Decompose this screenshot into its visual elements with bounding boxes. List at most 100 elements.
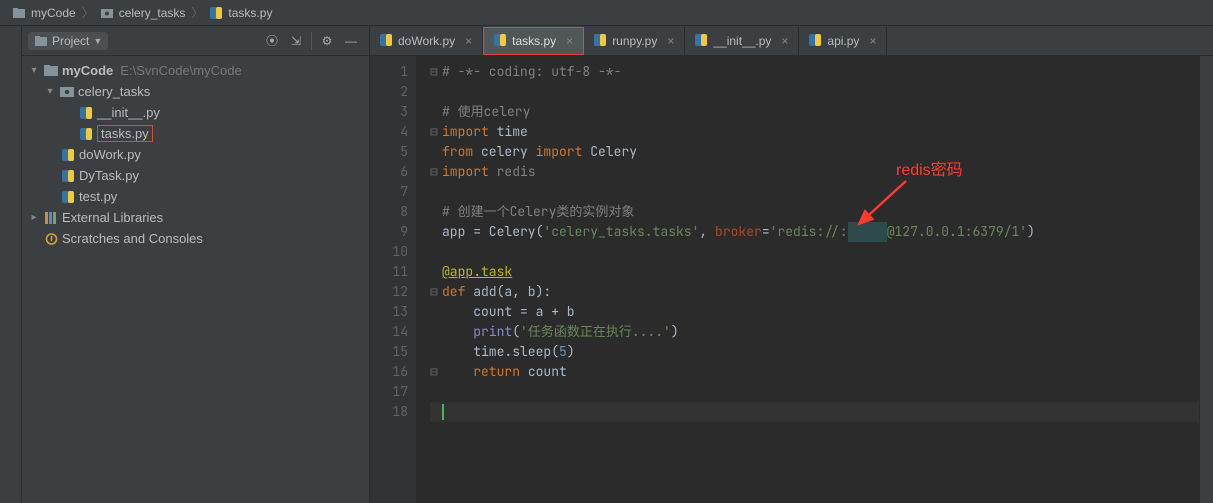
package-icon [59,86,75,97]
tree-label: celery_tasks [78,84,150,99]
code-text: return [473,363,520,380]
breadcrumbs: myCode 〉 celery_tasks 〉 tasks.py [0,0,1213,26]
line-number: 12 [370,282,408,302]
chevron-right-icon: 〉 [80,4,96,21]
editor-scrollbar[interactable] [1199,56,1213,503]
tree-row-scratches[interactable]: Scratches and Consoles [22,228,369,249]
python-file-icon [380,34,392,49]
code-text: , [699,223,715,240]
code-text: print [473,323,512,340]
code-text: = [762,223,770,240]
code-text: ) [671,323,679,340]
project-view-label: Project [52,34,89,48]
tab-runpy[interactable]: runpy.py × [584,27,685,55]
scratches-icon [43,233,59,245]
code-text: # 使用celery [442,103,530,120]
line-number: 5 [370,142,408,162]
tool-window-stripe-left[interactable] [0,26,22,503]
chevron-down-icon: ▼ [93,36,102,46]
close-icon[interactable]: × [865,34,876,48]
line-number: 1 [370,62,408,82]
folder-icon [12,6,26,20]
python-file-icon [809,34,821,49]
tab-tasks[interactable]: tasks.py × [483,27,584,55]
code-text: # 创建一个Celery类的实例对象 [442,203,634,220]
breadcrumb-item-pkg[interactable]: celery_tasks [96,6,190,20]
text-caret [442,404,444,420]
close-icon[interactable]: × [663,34,674,48]
gear-icon[interactable]: ⚙ [315,29,339,53]
code-area[interactable]: 1 2 3 4 5 6 7 8 9 10 11 12 13 14 15 16 1… [370,56,1213,503]
expand-arrow-icon[interactable]: ▾ [28,65,40,76]
tree-label: External Libraries [62,210,163,225]
line-number: 11 [370,262,408,282]
tab-label: doWork.py [398,34,455,48]
tree-row-file[interactable]: __init__.py [22,102,369,123]
chevron-right-icon: 〉 [189,4,205,21]
line-number: 7 [370,182,408,202]
python-file-icon [60,170,76,182]
code-text: add(a, b): [465,283,551,300]
python-file-icon [60,149,76,161]
python-file-icon [78,128,94,140]
code-text: import [442,163,489,180]
code-text: '任务函数正在执行....' [520,323,671,340]
close-icon[interactable]: × [777,34,788,48]
tree-row-package[interactable]: ▾ celery_tasks [22,81,369,102]
code-text: broker [715,223,762,240]
tab-dowork[interactable]: doWork.py × [370,27,483,55]
package-icon [100,6,114,20]
code-text: time.sleep( [442,343,559,360]
code-text: def [442,283,465,300]
code-text: ) [1027,223,1035,240]
tab-label: __init__.py [713,34,771,48]
tree-row-file[interactable]: doWork.py [22,144,369,165]
folder-icon [43,65,59,76]
breadcrumb-label: tasks.py [228,6,272,20]
code-text: @127.0.0.1:6379/1' [887,223,1027,240]
breadcrumb-item-root[interactable]: myCode [8,6,80,20]
hide-icon[interactable]: — [339,29,363,53]
tree-row-project-root[interactable]: ▾ myCode E:\SvnCode\myCode [22,60,369,81]
tree-row-file[interactable]: DyTask.py [22,165,369,186]
code-content[interactable]: ⊟# -*- coding: utf-8 -*- # 使用celery ⊟imp… [416,56,1199,503]
project-tool-window: Project ▼ ⦿ ⇲ ⚙ — ▾ myCode E:\SvnCode\my… [22,26,370,503]
code-text: 'redis://: [770,223,848,240]
line-number: 14 [370,322,408,342]
line-number-gutter[interactable]: 1 2 3 4 5 6 7 8 9 10 11 12 13 14 15 16 1… [370,56,416,503]
tree-label: DyTask.py [79,168,139,183]
expand-arrow-icon[interactable]: ▾ [44,86,56,97]
tree-row-file[interactable]: test.py [22,186,369,207]
code-text: 5 [559,343,567,360]
breadcrumb-item-file[interactable]: tasks.py [205,6,276,20]
tab-label: api.py [827,34,859,48]
code-text: import [536,143,583,160]
line-number: 15 [370,342,408,362]
close-icon[interactable]: × [461,34,472,48]
python-file-icon [60,191,76,203]
code-text [442,363,473,380]
code-text: count = a + b [442,303,575,320]
library-icon [43,212,59,224]
tree-row-file-tasks[interactable]: tasks.py [22,123,369,144]
python-file-icon [78,107,94,119]
tab-label: runpy.py [612,34,657,48]
locate-icon[interactable]: ⦿ [260,29,284,53]
code-text: # -*- coding: utf-8 -*- [442,63,621,80]
project-view-dropdown[interactable]: Project ▼ [28,32,108,50]
tree-label: Scratches and Consoles [62,231,203,246]
tree-label: tasks.py [97,125,153,142]
code-text: Celery [582,143,637,160]
code-text: app = Celery( [442,223,543,240]
tab-api[interactable]: api.py × [799,27,887,55]
tree-label: __init__.py [97,105,160,120]
collapse-all-icon[interactable]: ⇲ [284,29,308,53]
line-number: 2 [370,82,408,102]
editor-tabs: doWork.py × tasks.py × runpy.py × __init… [370,26,1213,56]
redacted-password: xxxxx [848,222,887,242]
expand-arrow-icon[interactable]: ▸ [28,212,40,223]
tree-row-external-libraries[interactable]: ▸ External Libraries [22,207,369,228]
python-file-icon [695,34,707,49]
tab-init[interactable]: __init__.py × [685,27,799,55]
close-icon[interactable]: × [562,34,573,48]
